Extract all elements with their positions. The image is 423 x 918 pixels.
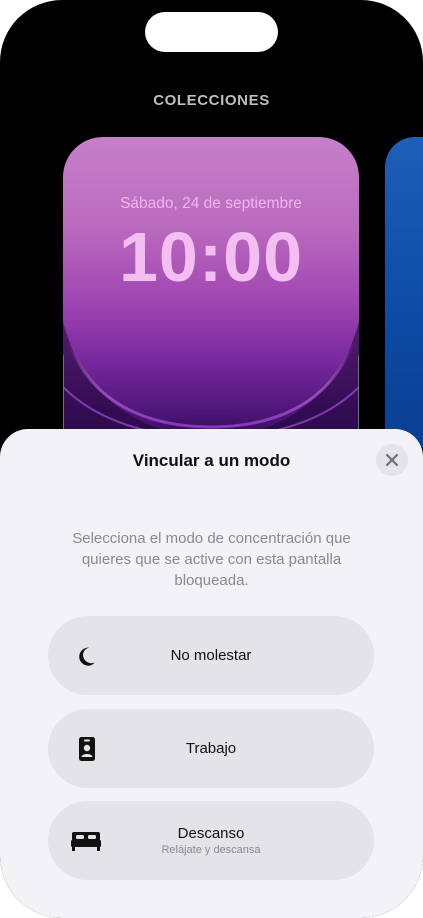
focus-option-no-molestar[interactable]: No molestar [48,616,374,695]
option-subtitle: Relájate y descansa [161,844,261,856]
option-label: Descanso [177,825,245,842]
lockscreen-date: Sábado, 24 de septiembre [120,195,302,212]
sheet-description: Selecciona el modo de concentración que … [72,530,351,589]
dynamic-island [145,12,278,52]
card-edge-right [358,355,359,440]
focus-option-trabajo[interactable]: Trabajo [48,709,374,788]
option-label: No molestar [170,647,252,664]
close-button[interactable] [376,444,408,476]
phone-screen: COLECCIONES Sábado, 24 de septiembre 10:… [0,0,423,918]
collections-title: COLECCIONES [153,92,270,109]
focus-option-descanso[interactable]: Descanso Relájate y descansa [48,801,374,880]
lockscreen-time: 10:00 [118,218,304,296]
card-edge-left [63,355,64,440]
option-label: Trabajo [185,740,237,757]
close-icon [385,453,399,467]
sheet-title: Vincular a un modo [132,451,291,470]
link-focus-sheet: Vincular a un modo Selecciona el modo de… [0,429,423,918]
next-wallpaper-card[interactable] [385,137,423,447]
